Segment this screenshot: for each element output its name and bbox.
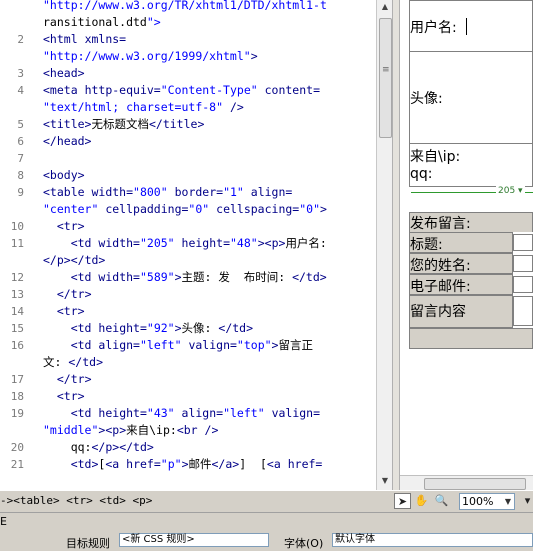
line-number: 15 <box>10 322 24 335</box>
select-tool-icon[interactable]: ➤ <box>394 493 411 509</box>
code-text[interactable]: "middle"><p>来自\ip:<br /> <box>43 422 218 439</box>
scroll-down-icon[interactable]: ▼ <box>380 476 390 486</box>
line-number: 10 <box>10 220 24 233</box>
code-text[interactable]: <td>[<a href="p">邮件</a>] [<a href= <box>43 456 323 473</box>
design-horizontal-scrollbar[interactable] <box>400 475 533 490</box>
code-text[interactable]: 文: </td> <box>43 354 103 371</box>
line-number: 5 <box>17 118 24 131</box>
font-select[interactable]: 默认字体 <box>332 533 533 547</box>
code-text[interactable]: <td height="43" align="left" valign= <box>43 405 320 422</box>
line-number: 17 <box>10 373 24 386</box>
zoom-value: 100% <box>462 495 494 508</box>
chevron-down-icon: ▼ <box>504 497 512 506</box>
scroll-up-icon[interactable]: ▲ <box>380 2 390 12</box>
font-label: 字体(O) <box>284 537 324 550</box>
email-input[interactable] <box>513 276 533 293</box>
line-number: 3 <box>17 67 24 80</box>
code-vertical-scrollbar[interactable]: ▲ ≡ ▼ <box>376 0 392 490</box>
zoom-tool-icon[interactable]: 🔍 <box>433 493 450 509</box>
code-text[interactable]: <head> <box>43 65 85 82</box>
line-number: 8 <box>17 169 24 182</box>
properties-collapse-icon[interactable]: E <box>0 515 7 528</box>
code-text[interactable]: <meta http-equiv="Content-Type" content= <box>43 82 320 99</box>
code-text[interactable]: <tr> <box>43 218 85 235</box>
name-input[interactable] <box>513 255 533 272</box>
target-rule-value: <新 CSS 规则> <box>122 534 195 545</box>
scrollbar-thumb[interactable]: ≡ <box>379 18 392 138</box>
code-text[interactable]: <tr> <box>43 388 85 405</box>
code-text[interactable]: <td align="left" valign="top">留言正 <box>43 337 313 354</box>
code-text[interactable]: <html xmlns= <box>43 31 126 48</box>
line-number: 21 <box>10 458 24 471</box>
code-text[interactable]: <td width="589">主题: 发 布时间: </td> <box>43 269 327 286</box>
design-qq-label: qq: <box>410 166 433 182</box>
line-number: 4 <box>17 84 24 97</box>
line-number: 2 <box>17 33 24 46</box>
line-number: 18 <box>10 390 24 403</box>
code-text[interactable]: </tr> <box>43 286 92 303</box>
code-text[interactable]: <tr> <box>43 303 85 320</box>
line-number: 14 <box>10 305 24 318</box>
hand-tool-icon[interactable]: ✋ <box>413 493 430 509</box>
tag-selector[interactable]: -><table> <tr> <td> <p> <box>0 494 152 507</box>
line-number: 13 <box>10 288 24 301</box>
code-text[interactable]: ransitional.dtd"> <box>43 14 161 31</box>
split-view-divider[interactable] <box>392 0 400 490</box>
design-your-name-label: 您的姓名: <box>410 258 471 274</box>
window-size-icon[interactable]: ▾ <box>519 493 533 509</box>
design-avatar-label: 头像: <box>410 91 443 107</box>
code-text[interactable]: </tr> <box>43 371 92 388</box>
tag-selector-path[interactable]: <table> <tr> <td> <p> <box>13 494 152 507</box>
line-number: 19 <box>10 407 24 420</box>
hscrollbar-thumb[interactable] <box>424 478 526 490</box>
code-text[interactable]: <body> <box>43 167 85 184</box>
target-rule-select[interactable]: <新 CSS 规则> <box>119 533 269 547</box>
grip-icon: ≡ <box>382 65 390 75</box>
column-width-indicator[interactable]: 205 ▾ <box>496 186 525 196</box>
code-text[interactable]: "center" cellpadding="0" cellspacing="0"… <box>43 201 327 218</box>
code-text[interactable]: <td height="92">头像: </td> <box>43 320 253 337</box>
code-text[interactable]: qq:</p></td> <box>43 439 154 456</box>
text-cursor <box>466 18 467 35</box>
code-text[interactable]: </head> <box>43 133 91 150</box>
target-rule-label: 目标规则 <box>66 537 110 550</box>
line-number: 16 <box>10 339 24 352</box>
code-text[interactable]: "http://www.w3.org/1999/xhtml"> <box>43 48 258 65</box>
zoom-select[interactable]: 100% ▼ <box>459 493 515 510</box>
design-title-label: 标题: <box>410 237 443 253</box>
design-post-message-label: 发布留言: <box>410 216 471 232</box>
code-text[interactable]: </p></td> <box>43 252 105 269</box>
line-number: 9 <box>17 186 24 199</box>
width-value: 205 <box>498 186 516 196</box>
design-username-label: 用户名: <box>410 20 457 36</box>
design-from-ip-label: 来自\ip: <box>410 149 461 165</box>
font-value: 默认字体 <box>335 534 375 545</box>
line-number: 12 <box>10 271 24 284</box>
design-submit-row[interactable] <box>409 328 533 349</box>
code-text[interactable]: <td width="205" height="48"><p>用户名: <box>43 235 327 252</box>
message-textarea[interactable] <box>513 296 533 326</box>
properties-panel: E 目标规则 <新 CSS 规则> 字体(O) 默认字体 <box>0 512 533 550</box>
design-message-content-label: 留言内容 <box>410 304 466 320</box>
line-number: 20 <box>10 441 24 454</box>
title-input[interactable] <box>513 234 533 251</box>
line-number: 11 <box>10 237 24 250</box>
code-text[interactable]: "http://www.w3.org/TR/xhtml1/DTD/xhtml1-… <box>43 0 327 14</box>
code-text[interactable]: "text/html; charset=utf-8" /> <box>43 99 244 116</box>
code-text[interactable]: <title>无标题文档</title> <box>43 116 204 133</box>
line-number: 6 <box>17 135 24 148</box>
code-editor[interactable]: "http://www.w3.org/TR/xhtml1/DTD/xhtml1-… <box>0 0 376 490</box>
line-number: 7 <box>17 152 24 165</box>
code-text[interactable]: <table width="800" border="1" align= <box>43 184 292 201</box>
status-bar: -><table> <tr> <td> <p> ➤ ✋ 🔍 100% ▼ ▾ <box>0 490 533 512</box>
design-email-label: 电子邮件: <box>410 279 471 295</box>
